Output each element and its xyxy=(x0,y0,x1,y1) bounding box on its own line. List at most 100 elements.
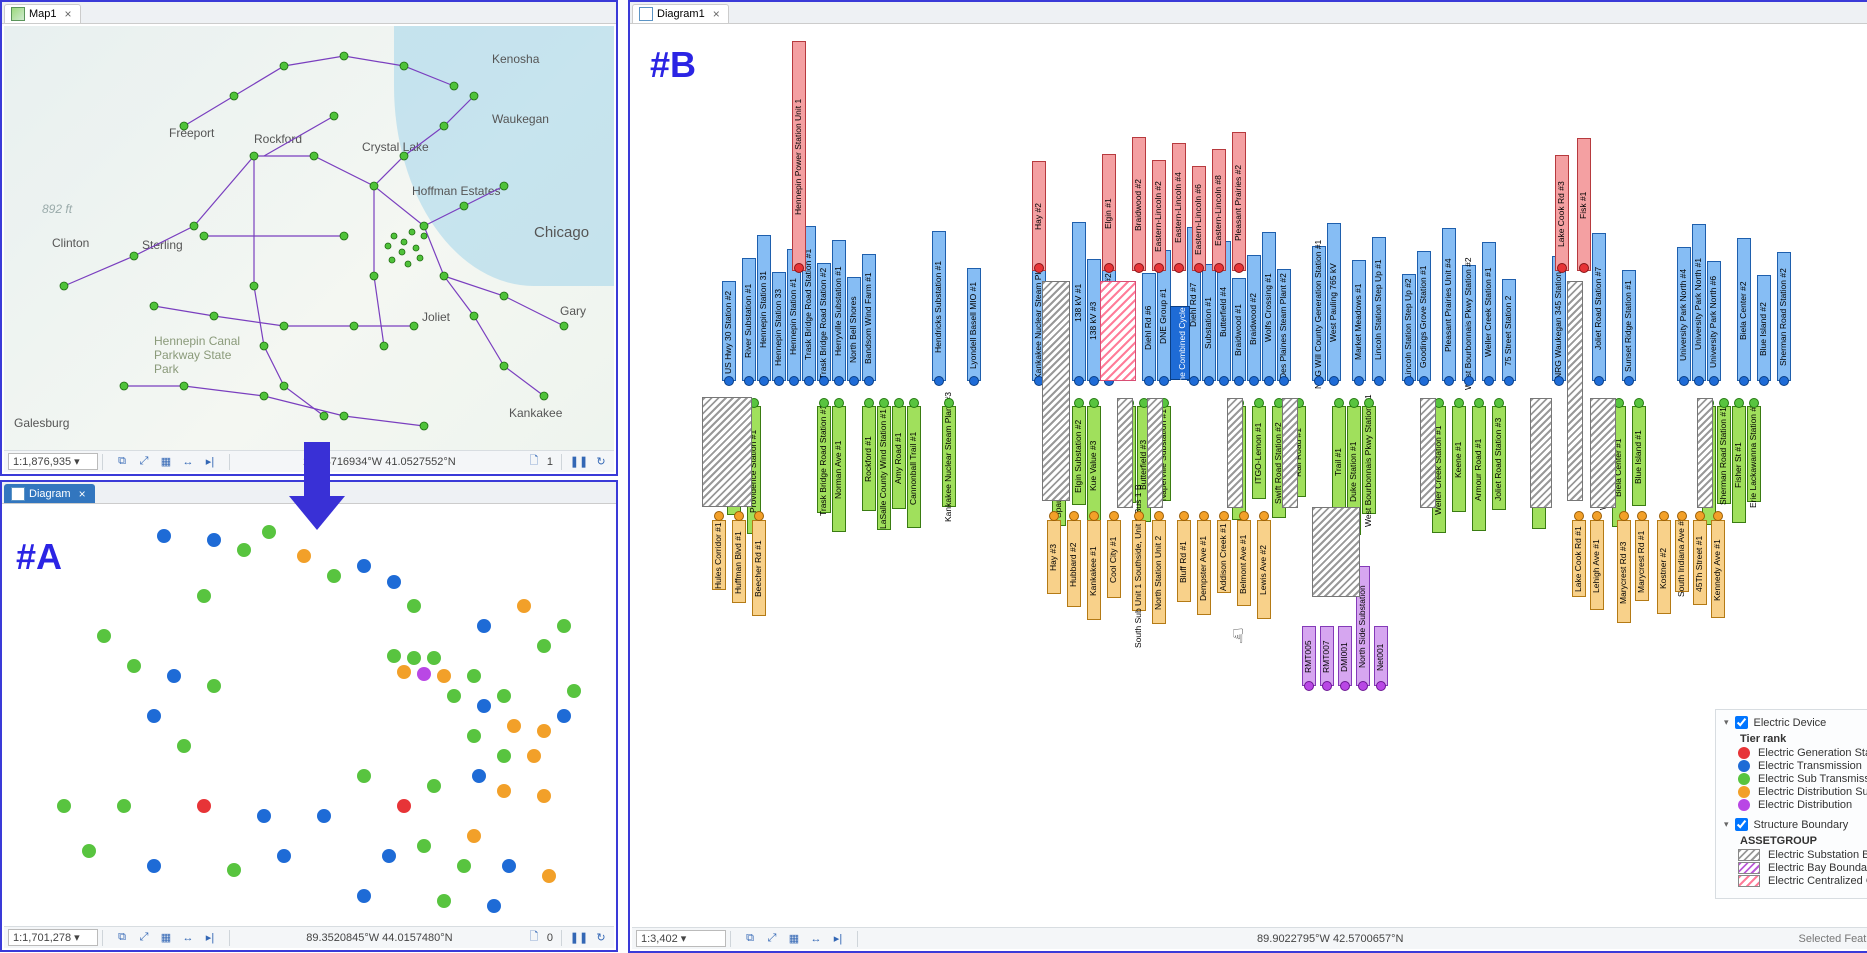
diagram-point[interactable] xyxy=(1694,376,1704,386)
diagram-point[interactable] xyxy=(1419,376,1429,386)
diagram-point[interactable] xyxy=(864,398,874,408)
substation-boundary[interactable] xyxy=(702,397,752,507)
diagram-point[interactable] xyxy=(849,376,859,386)
diagram-box[interactable]: Beecher Rd #1 xyxy=(752,520,766,616)
diagram-box[interactable]: Bluff Rd #1 xyxy=(1177,520,1191,602)
diagram-point[interactable] xyxy=(1624,376,1634,386)
diagram-box[interactable]: Braidwood #2 xyxy=(1247,255,1261,381)
substation-boundary[interactable] xyxy=(1590,398,1616,508)
diagram-point[interactable] xyxy=(774,376,784,386)
diagram-point[interactable] xyxy=(1109,511,1119,521)
zoom-extent-icon[interactable]: ⤢ xyxy=(763,930,781,948)
diagram-box[interactable]: Lehigh Ave #1 xyxy=(1590,520,1604,610)
diagram-box[interactable]: Dempster Ave #1 xyxy=(1197,520,1211,615)
diagram-point[interactable] xyxy=(1322,681,1332,691)
zoom-extent-icon[interactable]: ⤢ xyxy=(135,453,153,471)
diagram-box[interactable]: Market Meadows #1 xyxy=(1352,260,1366,381)
diagram-point[interactable] xyxy=(1189,376,1199,386)
close-icon[interactable]: × xyxy=(65,7,72,21)
diagram-point[interactable] xyxy=(1144,376,1154,386)
diagram-point[interactable] xyxy=(879,398,889,408)
diagram-point[interactable] xyxy=(1659,511,1669,521)
diagram-point[interactable] xyxy=(1354,376,1364,386)
diagram-point[interactable] xyxy=(1159,376,1169,386)
legend-checkbox-electric-device[interactable] xyxy=(1735,716,1748,729)
pause-icon[interactable]: ❚❚ xyxy=(570,929,588,947)
substation-boundary[interactable] xyxy=(1282,398,1298,508)
diagram-point[interactable] xyxy=(1695,511,1705,521)
diagram-box[interactable]: Blue Island #2 xyxy=(1757,275,1771,381)
diagram-box[interactable]: Braidwood #2 xyxy=(1132,137,1146,271)
diagram-point[interactable] xyxy=(834,376,844,386)
diagram-point[interactable] xyxy=(1174,263,1184,273)
diagram-point[interactable] xyxy=(1314,376,1324,386)
diagram-box-selected[interactable]: Kane Combined Cycle #1 xyxy=(1170,306,1190,380)
diagram-point[interactable] xyxy=(1358,681,1368,691)
diagram-box[interactable]: 75 Street Station 2 xyxy=(1502,279,1516,381)
diagram-point[interactable] xyxy=(1574,511,1584,521)
diagram-box[interactable]: ITGO-Lemon #1 xyxy=(1252,406,1266,499)
diagram-point[interactable] xyxy=(1579,263,1589,273)
diagram-box[interactable]: Lewis Ave #2 xyxy=(1257,520,1271,619)
diagram-point[interactable] xyxy=(1134,511,1144,521)
diagram-box[interactable]: Sherman Road Station #2 xyxy=(1777,252,1791,381)
diagram-point[interactable] xyxy=(1069,511,1079,521)
diagram-box[interactable]: Addison Creek #1 xyxy=(1217,520,1231,593)
legend-item[interactable]: Electric Generation Station xyxy=(1738,747,1867,759)
refresh-icon[interactable]: ↻ xyxy=(592,929,610,947)
diagram-box[interactable]: Kostner #2 xyxy=(1657,520,1671,614)
diagram-box[interactable]: Braidwood #1 xyxy=(1232,278,1246,381)
diagram-box[interactable]: Hay #2 xyxy=(1032,161,1046,271)
diagram-point[interactable] xyxy=(1554,376,1564,386)
diagram-point[interactable] xyxy=(1034,263,1044,273)
zoom-tool-icon[interactable]: ⧉ xyxy=(113,929,131,947)
legend-group-structure-boundary[interactable]: ▾ Structure Boundary xyxy=(1724,818,1867,831)
diagram-point[interactable] xyxy=(794,263,804,273)
scale-select[interactable]: 1:1,701,278 ▾ xyxy=(8,929,98,946)
play-forward-icon[interactable]: ▸| xyxy=(201,929,219,947)
diagram-point[interactable] xyxy=(1254,398,1264,408)
diagram-point[interactable] xyxy=(1709,376,1719,386)
diagram-point[interactable] xyxy=(1089,376,1099,386)
diagram-box[interactable]: Huffman Blvd #1 xyxy=(732,520,746,603)
diagram-box[interactable]: Elgin #1 xyxy=(1102,154,1116,271)
diagram-box[interactable]: Eastern-Lincoln #4 xyxy=(1172,143,1186,271)
diagram-box[interactable]: US Hwy 30 Station #2 xyxy=(722,281,736,381)
diagram-point[interactable] xyxy=(1239,511,1249,521)
substation-boundary[interactable] xyxy=(1117,398,1133,508)
diagram-point[interactable] xyxy=(1713,511,1723,521)
diagram-box[interactable]: Amy Road #1 xyxy=(892,406,906,509)
diagram-box[interactable]: Hennepin Power Station Unit 1 xyxy=(792,41,806,271)
diagram-point[interactable] xyxy=(969,376,979,386)
diagram-point[interactable] xyxy=(1349,398,1359,408)
diagram-point[interactable] xyxy=(1749,398,1759,408)
diagram-point[interactable] xyxy=(944,398,954,408)
diagram-box[interactable]: Hendricks Substation #1 xyxy=(932,231,946,381)
diagram-point[interactable] xyxy=(1329,376,1339,386)
diagram-box[interactable]: Cannonball Trail #1 xyxy=(907,406,921,528)
legend-item[interactable]: Electric Distribution Substation xyxy=(1738,786,1867,798)
diagram-point[interactable] xyxy=(1504,376,1514,386)
diagram-point[interactable] xyxy=(1264,376,1274,386)
diagram-box[interactable]: South Indiana Ave #1 xyxy=(1675,520,1689,592)
diagram-point[interactable] xyxy=(1089,398,1099,408)
diagram-box[interactable]: Belmont Ave #1 xyxy=(1237,520,1251,606)
diagram-box[interactable]: Blue Island #1 xyxy=(1632,406,1646,506)
diagram-box[interactable]: Hennepin Station 33 xyxy=(772,272,786,381)
diagram-point[interactable] xyxy=(734,511,744,521)
diagram-point[interactable] xyxy=(909,398,919,408)
diagram-box[interactable]: Lincoln Station Step Up #1 xyxy=(1372,237,1386,381)
diagram-point[interactable] xyxy=(1557,263,1567,273)
diagram-box[interactable]: RMT007 xyxy=(1320,626,1334,686)
close-icon[interactable]: × xyxy=(713,7,720,21)
tab-diagram1[interactable]: Diagram1 × xyxy=(632,4,729,23)
diagram-point[interactable] xyxy=(1194,263,1204,273)
diagram-box[interactable]: DMI001 xyxy=(1338,626,1352,686)
diagram-point[interactable] xyxy=(819,376,829,386)
map-canvas[interactable]: Kenosha Waukegan Freeport Rockford Cryst… xyxy=(4,26,614,450)
diagram-box[interactable]: Bandsom Wind Farm #1 xyxy=(862,254,876,381)
diagram-point[interactable] xyxy=(819,398,829,408)
diagram-point[interactable] xyxy=(1089,511,1099,521)
diagram-point[interactable] xyxy=(864,376,874,386)
diagram-box[interactable]: 138 kV #1 xyxy=(1072,222,1086,381)
